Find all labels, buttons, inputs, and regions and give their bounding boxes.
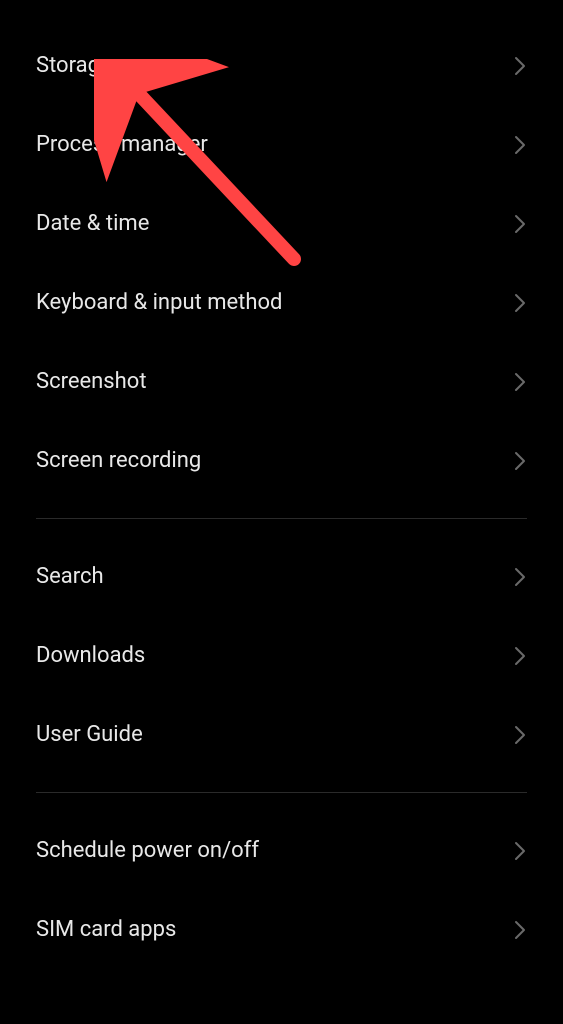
settings-item-date-time[interactable]: Date & time <box>36 184 527 263</box>
settings-item-label: Search <box>36 564 104 589</box>
settings-item-label: Screen recording <box>36 448 201 473</box>
settings-item-label: Process manager <box>36 132 208 157</box>
settings-item-label: Keyboard & input method <box>36 290 282 315</box>
chevron-right-icon <box>513 370 527 394</box>
settings-item-downloads[interactable]: Downloads <box>36 616 527 695</box>
chevron-right-icon <box>513 449 527 473</box>
chevron-right-icon <box>513 918 527 942</box>
settings-item-schedule-power[interactable]: Schedule power on/off <box>36 811 527 890</box>
settings-item-user-guide[interactable]: User Guide <box>36 695 527 774</box>
settings-item-label: SIM card apps <box>36 917 176 942</box>
settings-item-label: Downloads <box>36 643 145 668</box>
chevron-right-icon <box>513 644 527 668</box>
settings-item-label: Schedule power on/off <box>36 838 259 863</box>
chevron-right-icon <box>513 723 527 747</box>
settings-item-screen-recording[interactable]: Screen recording <box>36 421 527 500</box>
settings-item-keyboard-input[interactable]: Keyboard & input method <box>36 263 527 342</box>
settings-item-storage[interactable]: Storage <box>36 26 527 105</box>
chevron-right-icon <box>513 565 527 589</box>
chevron-right-icon <box>513 212 527 236</box>
chevron-right-icon <box>513 133 527 157</box>
settings-item-label: Storage <box>36 53 112 78</box>
divider <box>36 792 527 793</box>
settings-item-label: Date & time <box>36 211 149 236</box>
settings-item-screenshot[interactable]: Screenshot <box>36 342 527 421</box>
settings-item-search[interactable]: Search <box>36 537 527 616</box>
settings-item-sim-card-apps[interactable]: SIM card apps <box>36 890 527 969</box>
chevron-right-icon <box>513 839 527 863</box>
chevron-right-icon <box>513 291 527 315</box>
chevron-right-icon <box>513 54 527 78</box>
settings-item-label: User Guide <box>36 722 143 747</box>
settings-list: Storage Process manager Date & time Keyb… <box>0 0 563 969</box>
settings-item-process-manager[interactable]: Process manager <box>36 105 527 184</box>
settings-item-label: Screenshot <box>36 369 147 394</box>
divider <box>36 518 527 519</box>
